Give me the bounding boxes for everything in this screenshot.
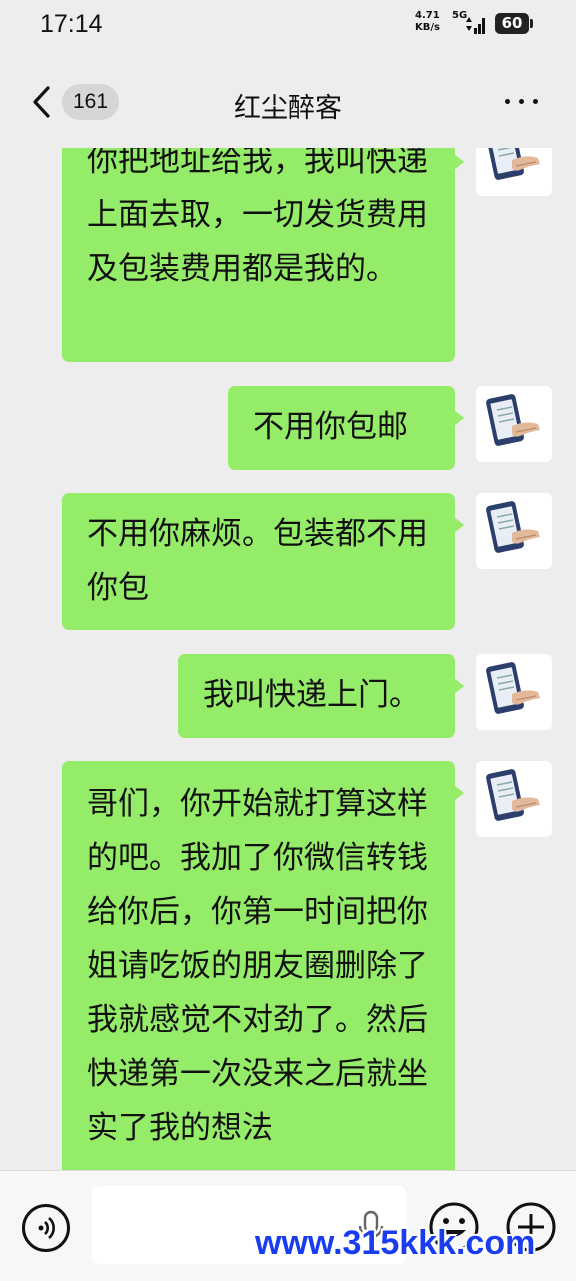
status-bar: 17:14 4.71 KB/s 5G 60 <box>0 0 576 50</box>
avatar[interactable] <box>476 148 552 196</box>
more-icon <box>505 99 510 104</box>
avatar-image <box>486 662 540 714</box>
voice-icon <box>38 1217 55 1239</box>
status-time: 17:14 <box>40 10 103 38</box>
avatar[interactable] <box>476 386 552 462</box>
message-bubble[interactable]: 不用你包邮 <box>228 386 464 470</box>
avatar[interactable] <box>476 493 552 569</box>
message-bubble[interactable]: 我叫快递上门。 <box>178 654 464 738</box>
more-button[interactable] <box>500 86 544 116</box>
chat-header: 161 红尘醉客 <box>0 50 576 150</box>
chevron-left-icon <box>33 86 50 118</box>
message-bubble[interactable]: 不用你麻烦。包装都不用你包 <box>62 493 464 630</box>
message-bubble[interactable]: 哥们，你开始就打算这样的吧。我加了你微信转钱给你后，你第一时间把你姐请吃饭的朋友… <box>62 761 464 1170</box>
avatar-image <box>486 148 540 180</box>
voice-input-button[interactable] <box>22 1204 70 1252</box>
signal-icon <box>466 17 485 34</box>
avatar[interactable] <box>476 654 552 730</box>
battery-tip <box>530 19 533 28</box>
network-speed: 4.71 KB/s <box>415 10 440 33</box>
avatar-image <box>486 501 540 553</box>
watermark: www.315kkk.com <box>255 1224 536 1262</box>
avatar-image <box>486 769 540 821</box>
unread-count-badge[interactable]: 161 <box>62 84 120 120</box>
avatar-image <box>486 394 540 446</box>
battery-icon: 60 <box>495 13 529 34</box>
message-bubble[interactable]: 你把地址给我，我叫快递上面去取，一切发货费用及包装费用都是我的。 <box>62 148 464 362</box>
message-list[interactable]: 你把地址给我，我叫快递上面去取，一切发货费用及包装费用都是我的。 不用你包邮 不… <box>0 148 576 1170</box>
back-button[interactable] <box>28 82 56 122</box>
avatar[interactable] <box>476 761 552 837</box>
